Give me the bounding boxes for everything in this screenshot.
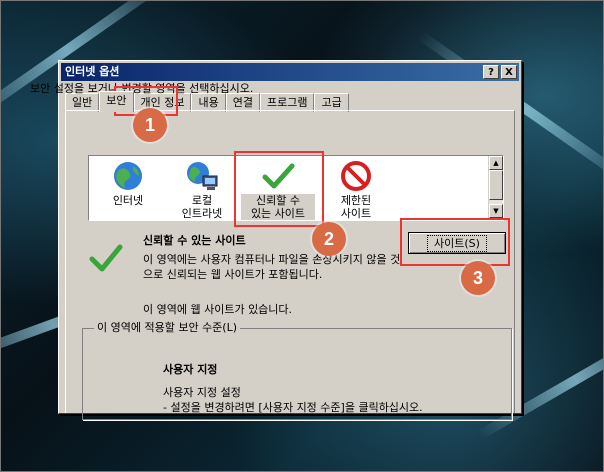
sites-note: 이 영역에 웹 사이트가 있습니다.: [143, 303, 293, 316]
security-level-group-label: 이 영역에 적용할 보안 수준(L): [94, 319, 241, 335]
security-level-name: 사용자 지정: [163, 363, 218, 376]
title-bar: 인터넷 옵션 ? X: [61, 63, 519, 81]
intranet-icon: [185, 160, 219, 192]
selected-zone-description: 이 영역에는 사용자 컴퓨터나 파일을 손상시키지 않을 것으로 신뢰되는 웹 …: [143, 253, 401, 281]
tab-security[interactable]: 보안: [99, 91, 134, 112]
window-title: 인터넷 옵션: [65, 65, 120, 78]
settings-hint: - 설정을 변경하려면 [사용자 지정 수준]을 클릭하십시오.: [163, 401, 423, 414]
settings-title: 사용자 지정 설정: [163, 386, 241, 399]
selected-zone-checkmark-icon: [88, 240, 124, 276]
scroll-up-button[interactable]: ▲: [489, 156, 503, 170]
close-button[interactable]: X: [501, 65, 517, 79]
step-1-badge: 1: [133, 108, 167, 142]
scroll-thumb[interactable]: [489, 170, 503, 200]
zone-label: 제한된 사이트: [340, 194, 372, 220]
zone-local-intranet[interactable]: 로컬 인트라넷: [167, 160, 237, 220]
scroll-down-button[interactable]: ▼: [489, 204, 503, 218]
zone-label: 로컬 인트라넷: [181, 194, 223, 220]
step-3-badge: 3: [461, 261, 495, 295]
help-button[interactable]: ?: [483, 65, 499, 79]
step-2-badge: 2: [312, 222, 346, 256]
zone-scrollbar[interactable]: ▲ ▼: [488, 156, 503, 218]
highlight-trusted-sites: [234, 151, 324, 227]
globe-icon: [111, 160, 145, 192]
restricted-icon: [339, 160, 373, 192]
zone-internet[interactable]: 인터넷: [93, 160, 163, 207]
selected-zone-title: 신뢰할 수 있는 사이트: [143, 234, 246, 247]
zone-label: 인터넷: [112, 194, 144, 207]
custom-settings-text: 사용자 지정 설정 - 설정을 변경하려면 [사용자 지정 수준]을 클릭하십시…: [163, 385, 423, 415]
zone-restricted-sites[interactable]: 제한된 사이트: [321, 160, 391, 220]
highlight-sites-button: [400, 218, 510, 266]
